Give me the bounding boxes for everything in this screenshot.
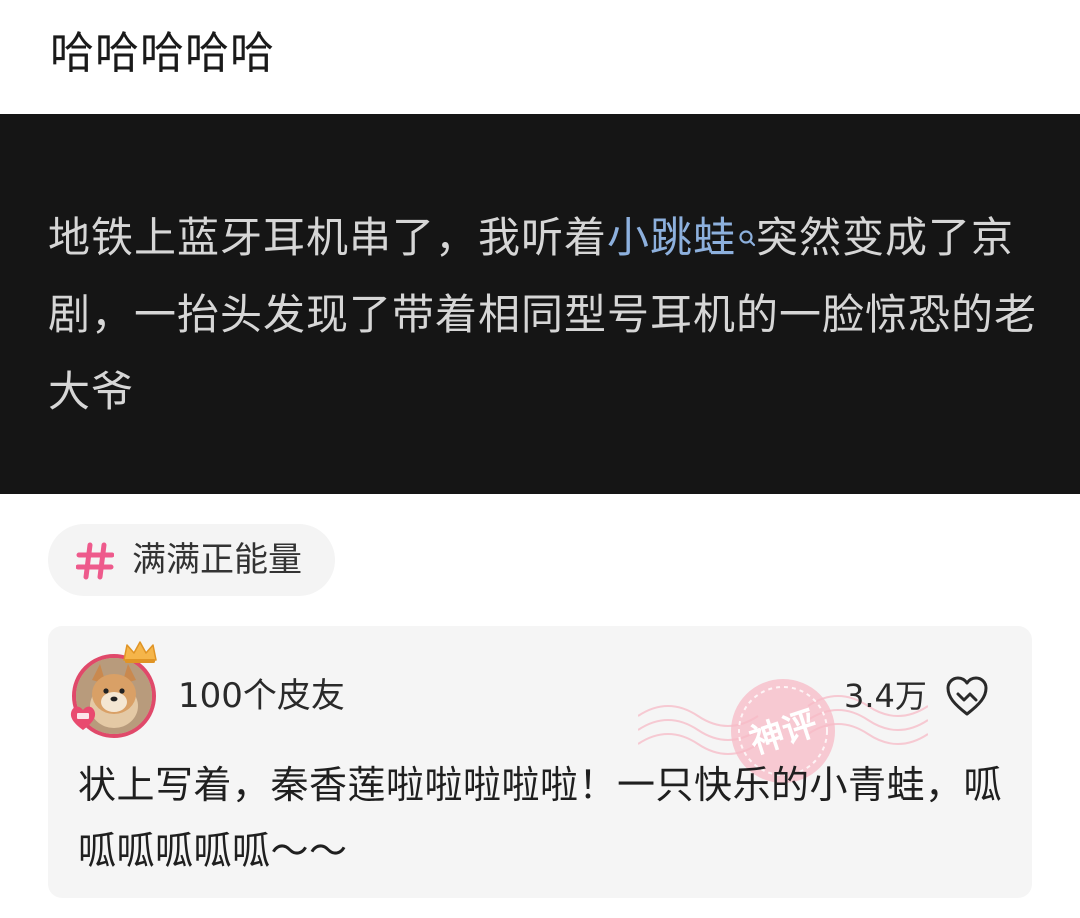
like-count: 3.4万 <box>844 677 927 715</box>
comment-username[interactable]: 100个皮友 <box>178 672 345 720</box>
god-comment-card[interactable]: 神评 100个皮友 3.4万 状上写着，秦香莲啦啦啦啦啦！一只快乐的小青蛙，呱呱… <box>48 626 1032 898</box>
post-image[interactable]: 地铁上蓝牙耳机串了，我听着小跳蛙 突然变成了京剧，一抬头发现了带着相同型号耳机的一… <box>0 114 1080 494</box>
crown-icon <box>122 640 158 664</box>
post-title: 哈哈哈哈哈 <box>50 28 275 79</box>
avatar[interactable] <box>70 640 164 738</box>
comment-text: 状上写着，秦香莲啦啦啦啦啦！一只快乐的小青蛙，呱呱呱呱呱呱～～ <box>78 763 1003 873</box>
god-comment-badge-icon <box>68 702 98 732</box>
heart-outline-icon[interactable] <box>944 674 990 718</box>
topic-chip[interactable]: 满满正能量 <box>48 524 335 596</box>
image-text-before: 地铁上蓝牙耳机串了，我听着 <box>48 213 608 262</box>
hash-icon <box>75 542 115 580</box>
topic-label: 满满正能量 <box>132 540 302 580</box>
search-link[interactable]: 小跳蛙 <box>607 213 736 262</box>
image-text: 地铁上蓝牙耳机串了，我听着小跳蛙 突然变成了京剧，一抬头发现了带着相同型号耳机的一… <box>48 199 1038 430</box>
search-icon[interactable] <box>738 205 756 247</box>
